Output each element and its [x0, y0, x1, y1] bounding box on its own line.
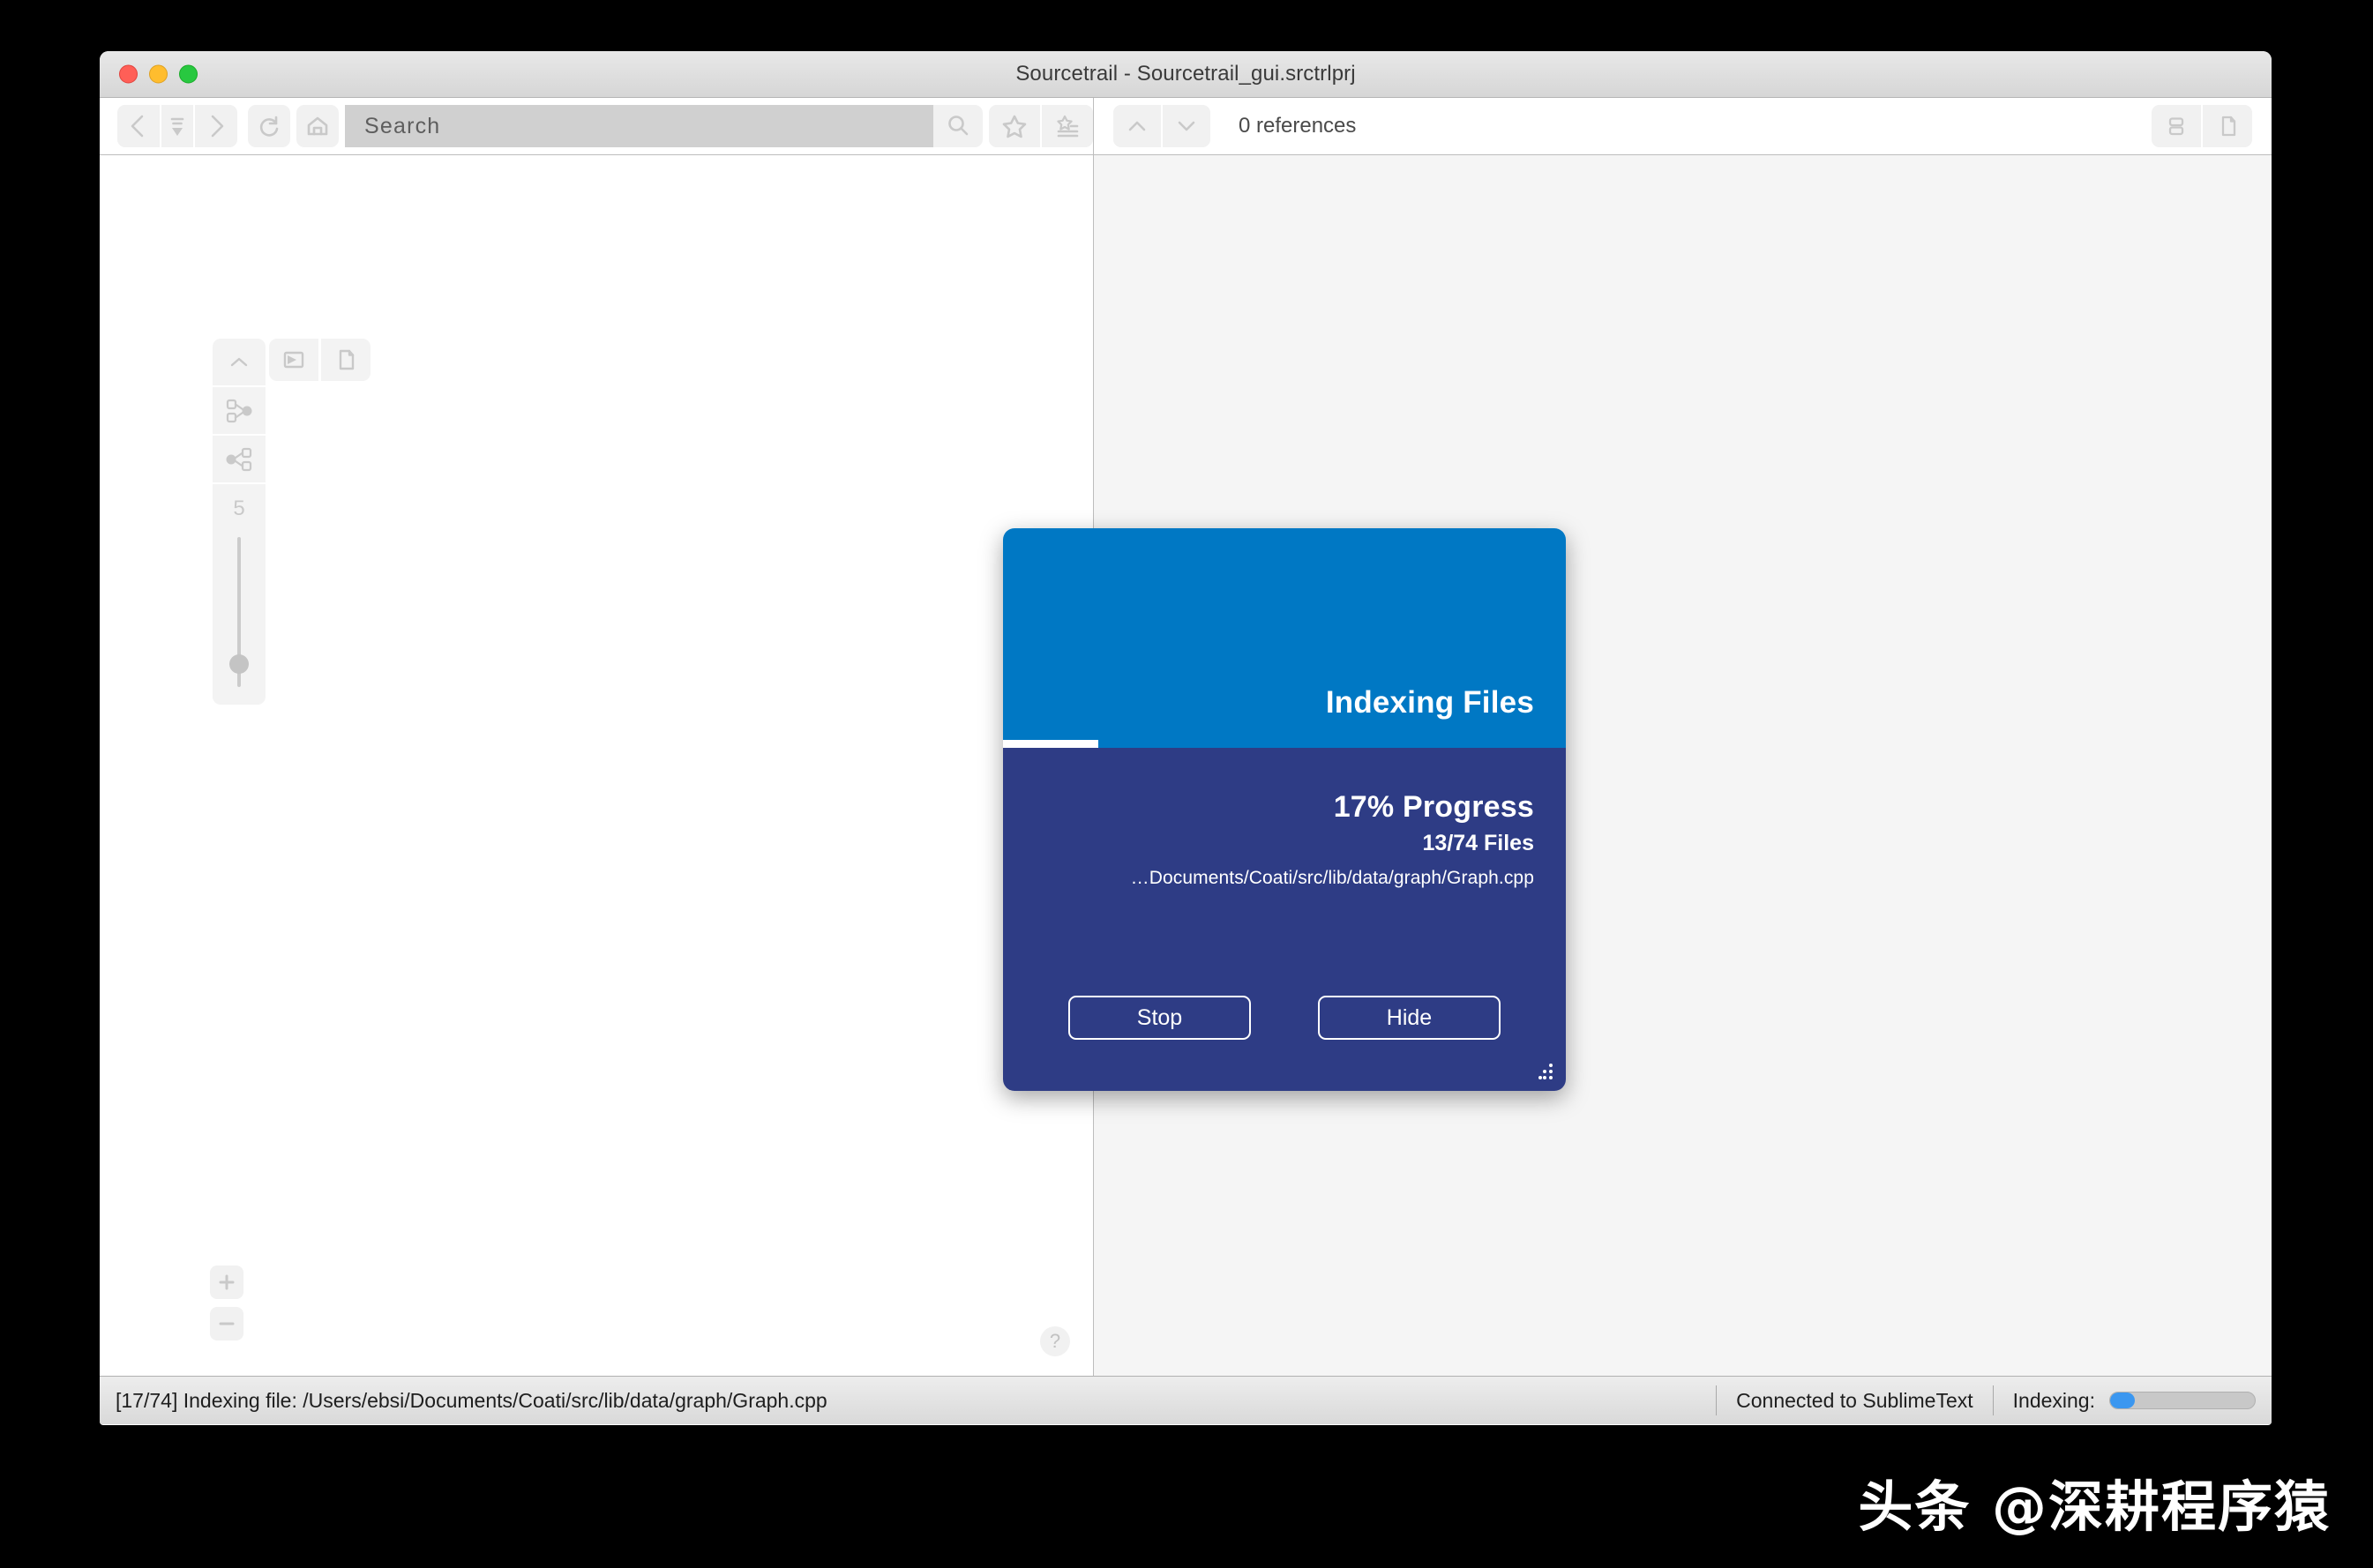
history-button[interactable] [161, 105, 193, 147]
navigation-toolbar: Search [100, 98, 1094, 154]
code-view-mode-group [2152, 105, 2252, 147]
graph-action-buttons [269, 339, 371, 381]
zoom-out-button[interactable] [210, 1307, 243, 1340]
title-bar: Sourcetrail - Sourcetrail_gui.srctrlprj [100, 51, 2272, 98]
star-icon [1002, 115, 1027, 138]
dialog-buttons: Stop Hide [1003, 996, 1566, 1040]
status-message: [17/74] Indexing file: /Users/ebsi/Docum… [116, 1388, 827, 1412]
application-window: Sourcetrail - Sourcetrail_gui.srctrlprj [100, 51, 2272, 1425]
hide-button[interactable]: Hide [1318, 996, 1501, 1040]
show-labels-button[interactable] [269, 339, 318, 381]
reference-count-label: 0 references [1239, 114, 1357, 138]
chevron-up-icon [1128, 121, 1146, 131]
single-file-view-button[interactable] [2203, 105, 2252, 147]
search-placeholder-text: Search [364, 113, 441, 138]
depth-value-label: 5 [233, 497, 245, 520]
dialog-progress-fill [1003, 740, 1099, 748]
status-bar: [17/74] Indexing file: /Users/ebsi/Docum… [100, 1376, 2272, 1424]
help-button[interactable]: ? [1040, 1326, 1070, 1356]
label-icon [283, 351, 304, 369]
file-icon [339, 349, 355, 370]
list-view-button[interactable] [2152, 105, 2201, 147]
back-arrow-icon [131, 115, 144, 138]
graph-depth-control: 5 [213, 484, 266, 705]
history-list-icon [170, 117, 184, 136]
dialog-progress-bar [1003, 740, 1566, 748]
zoom-in-button[interactable] [210, 1266, 243, 1299]
zoom-controls [210, 1266, 243, 1340]
bookmark-list-button[interactable] [1042, 105, 1093, 147]
indexing-label: Indexing: [2012, 1388, 2095, 1412]
bookmark-list-icon [1057, 115, 1079, 138]
magnifier-icon [948, 116, 969, 136]
chevron-up-icon [230, 357, 248, 366]
search-submit-button[interactable] [933, 105, 983, 147]
collapse-toolbar-button[interactable] [213, 339, 266, 385]
close-window-button[interactable] [119, 64, 138, 84]
code-view-toolbar: 0 references [1094, 98, 2272, 154]
window-title: Sourcetrail - Sourcetrail_gui.srctrlprj [1015, 62, 1356, 86]
forward-arrow-icon [211, 115, 224, 138]
graph-view-pane[interactable]: 5 ? [100, 155, 1094, 1376]
single-file-icon [2221, 116, 2236, 137]
outgoing-references-button[interactable] [213, 436, 266, 482]
chevron-down-icon [1178, 121, 1195, 131]
dialog-header: Indexing Files [1003, 528, 1566, 740]
search-input[interactable]: Search [345, 105, 933, 147]
show-file-button[interactable] [321, 339, 371, 381]
dialog-body: 17% Progress 13/74 Files …Documents/Coat… [1003, 748, 1566, 1091]
home-icon [307, 116, 328, 136]
stop-button[interactable]: Stop [1068, 996, 1251, 1040]
split-list-icon [2168, 117, 2184, 136]
progress-percent-label: 17% Progress [1333, 790, 1534, 824]
indexing-dialog: Indexing Files 17% Progress 13/74 Files … [1003, 528, 1566, 1091]
next-reference-button[interactable] [1163, 105, 1210, 147]
forward-button[interactable] [195, 105, 237, 147]
indexing-progress-fill [2110, 1393, 2135, 1408]
graph-incoming-icon [226, 399, 252, 422]
minus-icon [219, 1322, 235, 1325]
home-button[interactable] [296, 105, 339, 147]
toolbar-row: Search 0 references [100, 98, 2272, 155]
add-bookmark-button[interactable] [989, 105, 1040, 147]
depth-slider[interactable] [229, 537, 249, 687]
status-divider [1992, 1385, 1994, 1415]
bookmark-group [989, 105, 1093, 147]
previous-reference-button[interactable] [1113, 105, 1161, 147]
resize-grip[interactable] [1538, 1064, 1554, 1079]
window-controls [119, 64, 198, 84]
current-file-path: …Documents/Coati/src/lib/data/graph/Grap… [1130, 868, 1534, 888]
refresh-icon [259, 116, 279, 137]
minimize-window-button[interactable] [149, 64, 168, 84]
watermark-text: 头条 @深耕程序猿 [1858, 1475, 2331, 1539]
reference-nav-group [1113, 105, 1210, 147]
status-divider [1716, 1385, 1718, 1415]
files-count-label: 13/74 Files [1422, 831, 1534, 855]
refresh-button[interactable] [248, 105, 290, 147]
depth-slider-handle[interactable] [229, 654, 249, 674]
history-nav-group [117, 105, 237, 147]
incoming-references-button[interactable] [213, 387, 266, 434]
maximize-window-button[interactable] [179, 64, 198, 84]
graph-side-toolbar: 5 [213, 339, 266, 705]
plus-icon [219, 1274, 235, 1290]
dialog-title: Indexing Files [1325, 685, 1534, 720]
graph-outgoing-icon [226, 447, 252, 471]
back-button[interactable] [117, 105, 160, 147]
connection-status: Connected to SublimeText [1736, 1388, 1973, 1412]
indexing-progress-bar [2109, 1392, 2256, 1409]
